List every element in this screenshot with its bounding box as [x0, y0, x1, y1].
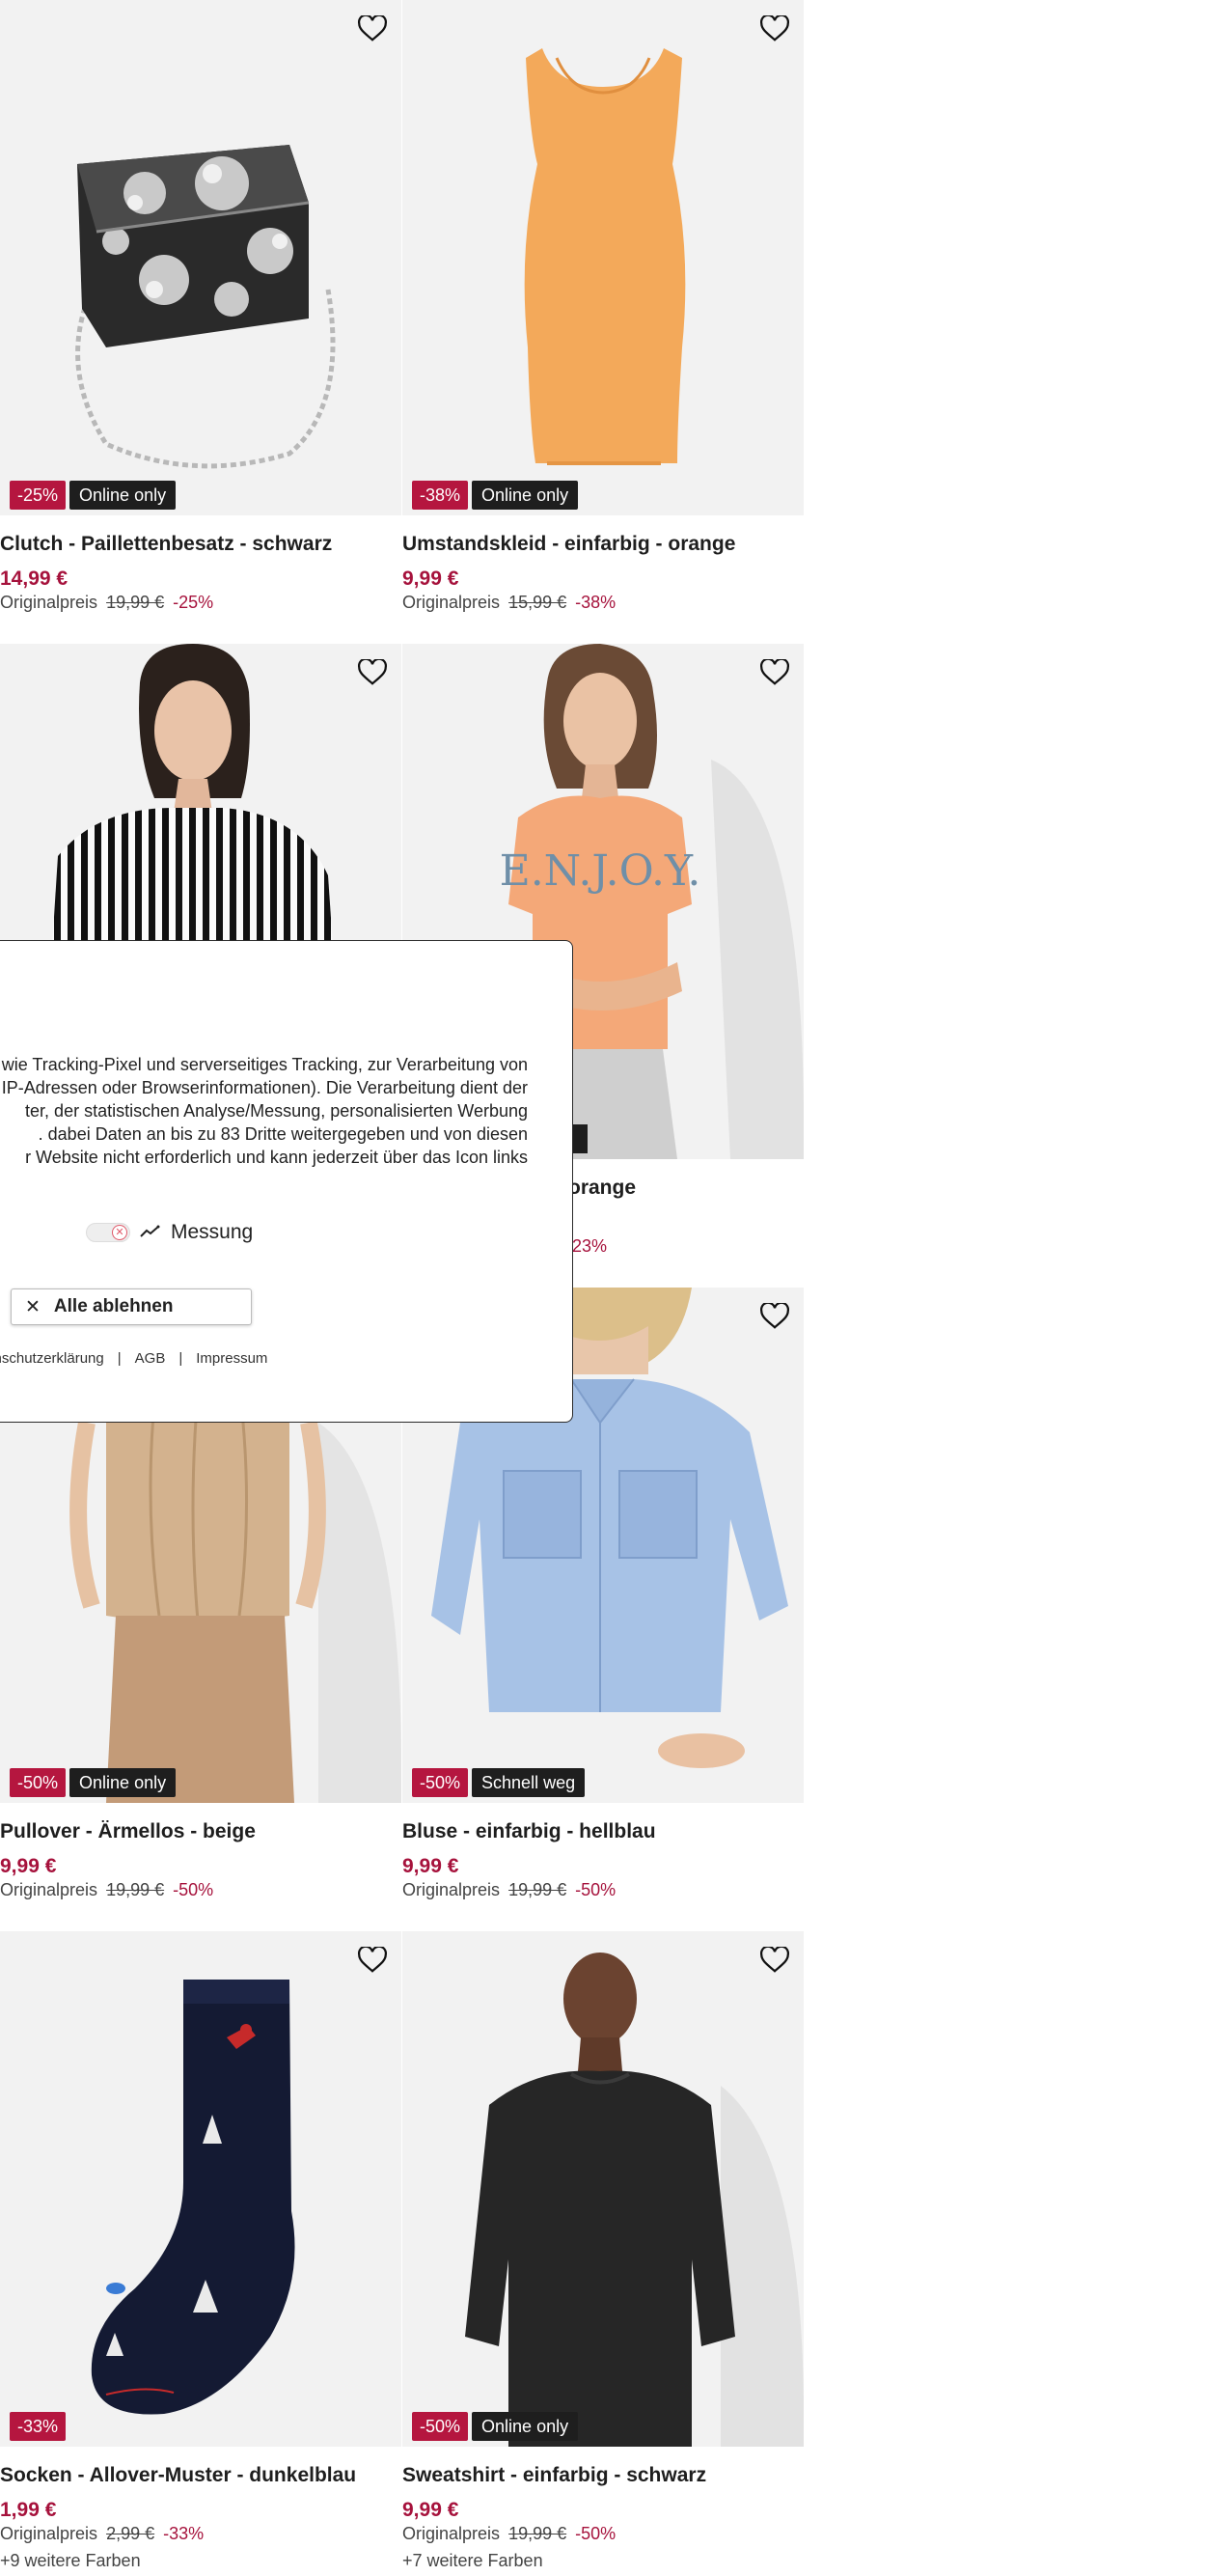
measurement-toggle-row: ✕ Messung [86, 1221, 253, 1244]
close-icon: ✕ [25, 1296, 41, 1317]
discount-badge: -33% [10, 2412, 67, 2441]
original-price-label: Originalpreis [0, 1880, 98, 1899]
svg-text:E.N.J.O.Y.: E.N.J.O.Y. [500, 846, 701, 896]
chart-trend-icon [140, 1221, 161, 1244]
consent-text-line: r Website nicht erforderlich und kann je… [25, 1148, 528, 1167]
sale-price: 14,99 € [0, 568, 69, 590]
wishlist-heart-icon[interactable] [355, 1943, 390, 1978]
original-price-line: Originalpreis 15,99 € -38% [402, 593, 616, 613]
sale-price: 9,99 € [402, 2499, 459, 2521]
original-price: 2,99 € [106, 2524, 155, 2543]
sale-price: 9,99 € [402, 1855, 459, 1877]
product-card[interactable]: -50% Online only Sweatshirt - einfarbig … [402, 1931, 804, 2576]
discount-badge: -50% [412, 1768, 469, 1797]
discount-badge: -50% [10, 1768, 67, 1797]
original-price-line: 23% [568, 1236, 607, 1257]
more-colors-link[interactable]: +9 weitere Farben [0, 2551, 141, 2571]
original-price-line: Originalpreis 19,99 € -50% [402, 1880, 616, 1900]
original-price: 19,99 € [106, 593, 165, 612]
discount-percent: 23% [572, 1236, 608, 1256]
product-title[interactable]: Clutch - Paillettenbesatz - schwarz [0, 533, 401, 556]
sale-price: 1,99 € [0, 2499, 57, 2521]
original-price-line: Originalpreis 19,99 € -50% [0, 1880, 213, 1900]
consent-description: wie Tracking-Pixel und serverseitiges Tr… [0, 1053, 528, 1169]
wishlist-heart-icon[interactable] [757, 1299, 792, 1334]
discount-percent: -25% [173, 593, 214, 612]
cookie-consent-dialog: wie Tracking-Pixel und serverseitiges Tr… [0, 940, 573, 1423]
online-only-badge: Online only [472, 2412, 579, 2441]
original-price: 19,99 € [508, 2524, 567, 2543]
badge-group: -33% [10, 2412, 67, 2441]
terms-link[interactable]: AGB [135, 1350, 166, 1367]
product-image[interactable]: -50% Online only [402, 1931, 804, 2447]
original-price-line: Originalpreis 19,99 € -25% [0, 593, 213, 613]
toggle-off-icon: ✕ [112, 1225, 127, 1240]
wishlist-heart-icon[interactable] [355, 655, 390, 690]
consent-footer-links: tenschutzerklärung | AGB | Impressum [0, 1350, 267, 1367]
badge-group: -50% Online only [10, 1768, 177, 1797]
online-only-badge: Online only [69, 1768, 177, 1797]
original-price-label: Originalpreis [402, 1880, 501, 1899]
online-only-badge: Online only [69, 481, 177, 510]
clutch-image [75, 145, 336, 469]
wishlist-heart-icon[interactable] [355, 12, 390, 46]
original-price: 19,99 € [106, 1880, 165, 1899]
schnell-weg-badge: Schnell weg [472, 1768, 586, 1797]
measurement-label: Messung [171, 1221, 254, 1243]
discount-badge: -50% [412, 2412, 469, 2441]
badge-group: -50% Schnell weg [412, 1768, 586, 1797]
discount-percent: -50% [173, 1880, 214, 1899]
wishlist-heart-icon[interactable] [757, 655, 792, 690]
original-price-label: Originalpreis [402, 2524, 501, 2543]
product-title[interactable]: Umstandskleid - einfarbig - orange [402, 533, 804, 556]
original-price-line: Originalpreis 19,99 € -50% [402, 2524, 616, 2544]
product-image[interactable]: -38% Online only [402, 0, 804, 515]
original-price-line: Originalpreis 2,99 € -33% [0, 2524, 204, 2544]
product-title[interactable]: orange [568, 1177, 970, 1200]
more-colors-link[interactable]: +7 weitere Farben [402, 2551, 543, 2571]
sale-price: 9,99 € [402, 568, 459, 590]
link-separator: | [178, 1350, 183, 1367]
consent-text-line: ter, der statistischen Analyse/Messung, … [25, 1101, 528, 1121]
privacy-policy-link[interactable]: tenschutzerklärung [0, 1350, 104, 1367]
sale-price: 9,99 € [0, 1855, 57, 1877]
product-title[interactable]: Bluse - einfarbig - hellblau [402, 1820, 804, 1843]
measurement-toggle[interactable]: ✕ [86, 1223, 130, 1242]
product-title[interactable]: Pullover - Ärmellos - beige [0, 1820, 401, 1843]
online-only-badge: Online only [472, 481, 579, 510]
product-title[interactable]: Sweatshirt - einfarbig - schwarz [402, 2464, 804, 2487]
wishlist-heart-icon[interactable] [757, 1943, 792, 1978]
wishlist-heart-icon[interactable] [757, 12, 792, 46]
product-card[interactable]: -33% Socken - Allover-Muster - dunkelbla… [0, 1931, 401, 2576]
discount-percent: -50% [575, 2524, 617, 2543]
original-price-label: Originalpreis [0, 2524, 98, 2543]
imprint-link[interactable]: Impressum [196, 1350, 267, 1367]
original-price-label: Originalpreis [0, 593, 98, 612]
product-card[interactable]: -25% Online only Clutch - Paillettenbesa… [0, 0, 401, 637]
consent-text-line: . dabei Daten an bis zu 83 Dritte weiter… [38, 1124, 528, 1144]
discount-percent: -38% [575, 593, 617, 612]
reject-all-button[interactable]: ✕ Alle ablehnen [11, 1288, 252, 1325]
badge-group: -50% Online only [412, 2412, 579, 2441]
product-image[interactable]: -25% Online only [0, 0, 401, 515]
discount-percent: -50% [575, 1880, 617, 1899]
product-image[interactable]: -33% [0, 1931, 401, 2447]
discount-badge: -25% [10, 481, 67, 510]
badge-group: -25% Online only [10, 481, 177, 510]
dress-image [524, 48, 686, 465]
original-price-label: Originalpreis [402, 593, 501, 612]
original-price: 19,99 € [508, 1880, 567, 1899]
sweatshirt-image [465, 1953, 804, 2447]
discount-percent: -33% [163, 2524, 205, 2543]
consent-text-line: wie Tracking-Pixel und serverseitiges Tr… [1, 1055, 528, 1074]
link-separator: | [117, 1350, 122, 1367]
badge-group: -38% Online only [412, 481, 579, 510]
discount-badge: -38% [412, 481, 469, 510]
socks-image [91, 1980, 295, 2415]
original-price: 15,99 € [508, 593, 567, 612]
consent-text-line: IP-Adressen oder Browserinformationen). … [1, 1078, 528, 1097]
reject-all-label: Alle ablehnen [53, 1296, 174, 1316]
product-card[interactable]: -38% Online only Umstandskleid - einfarb… [402, 0, 804, 637]
product-title[interactable]: Socken - Allover-Muster - dunkelblau [0, 2464, 401, 2487]
